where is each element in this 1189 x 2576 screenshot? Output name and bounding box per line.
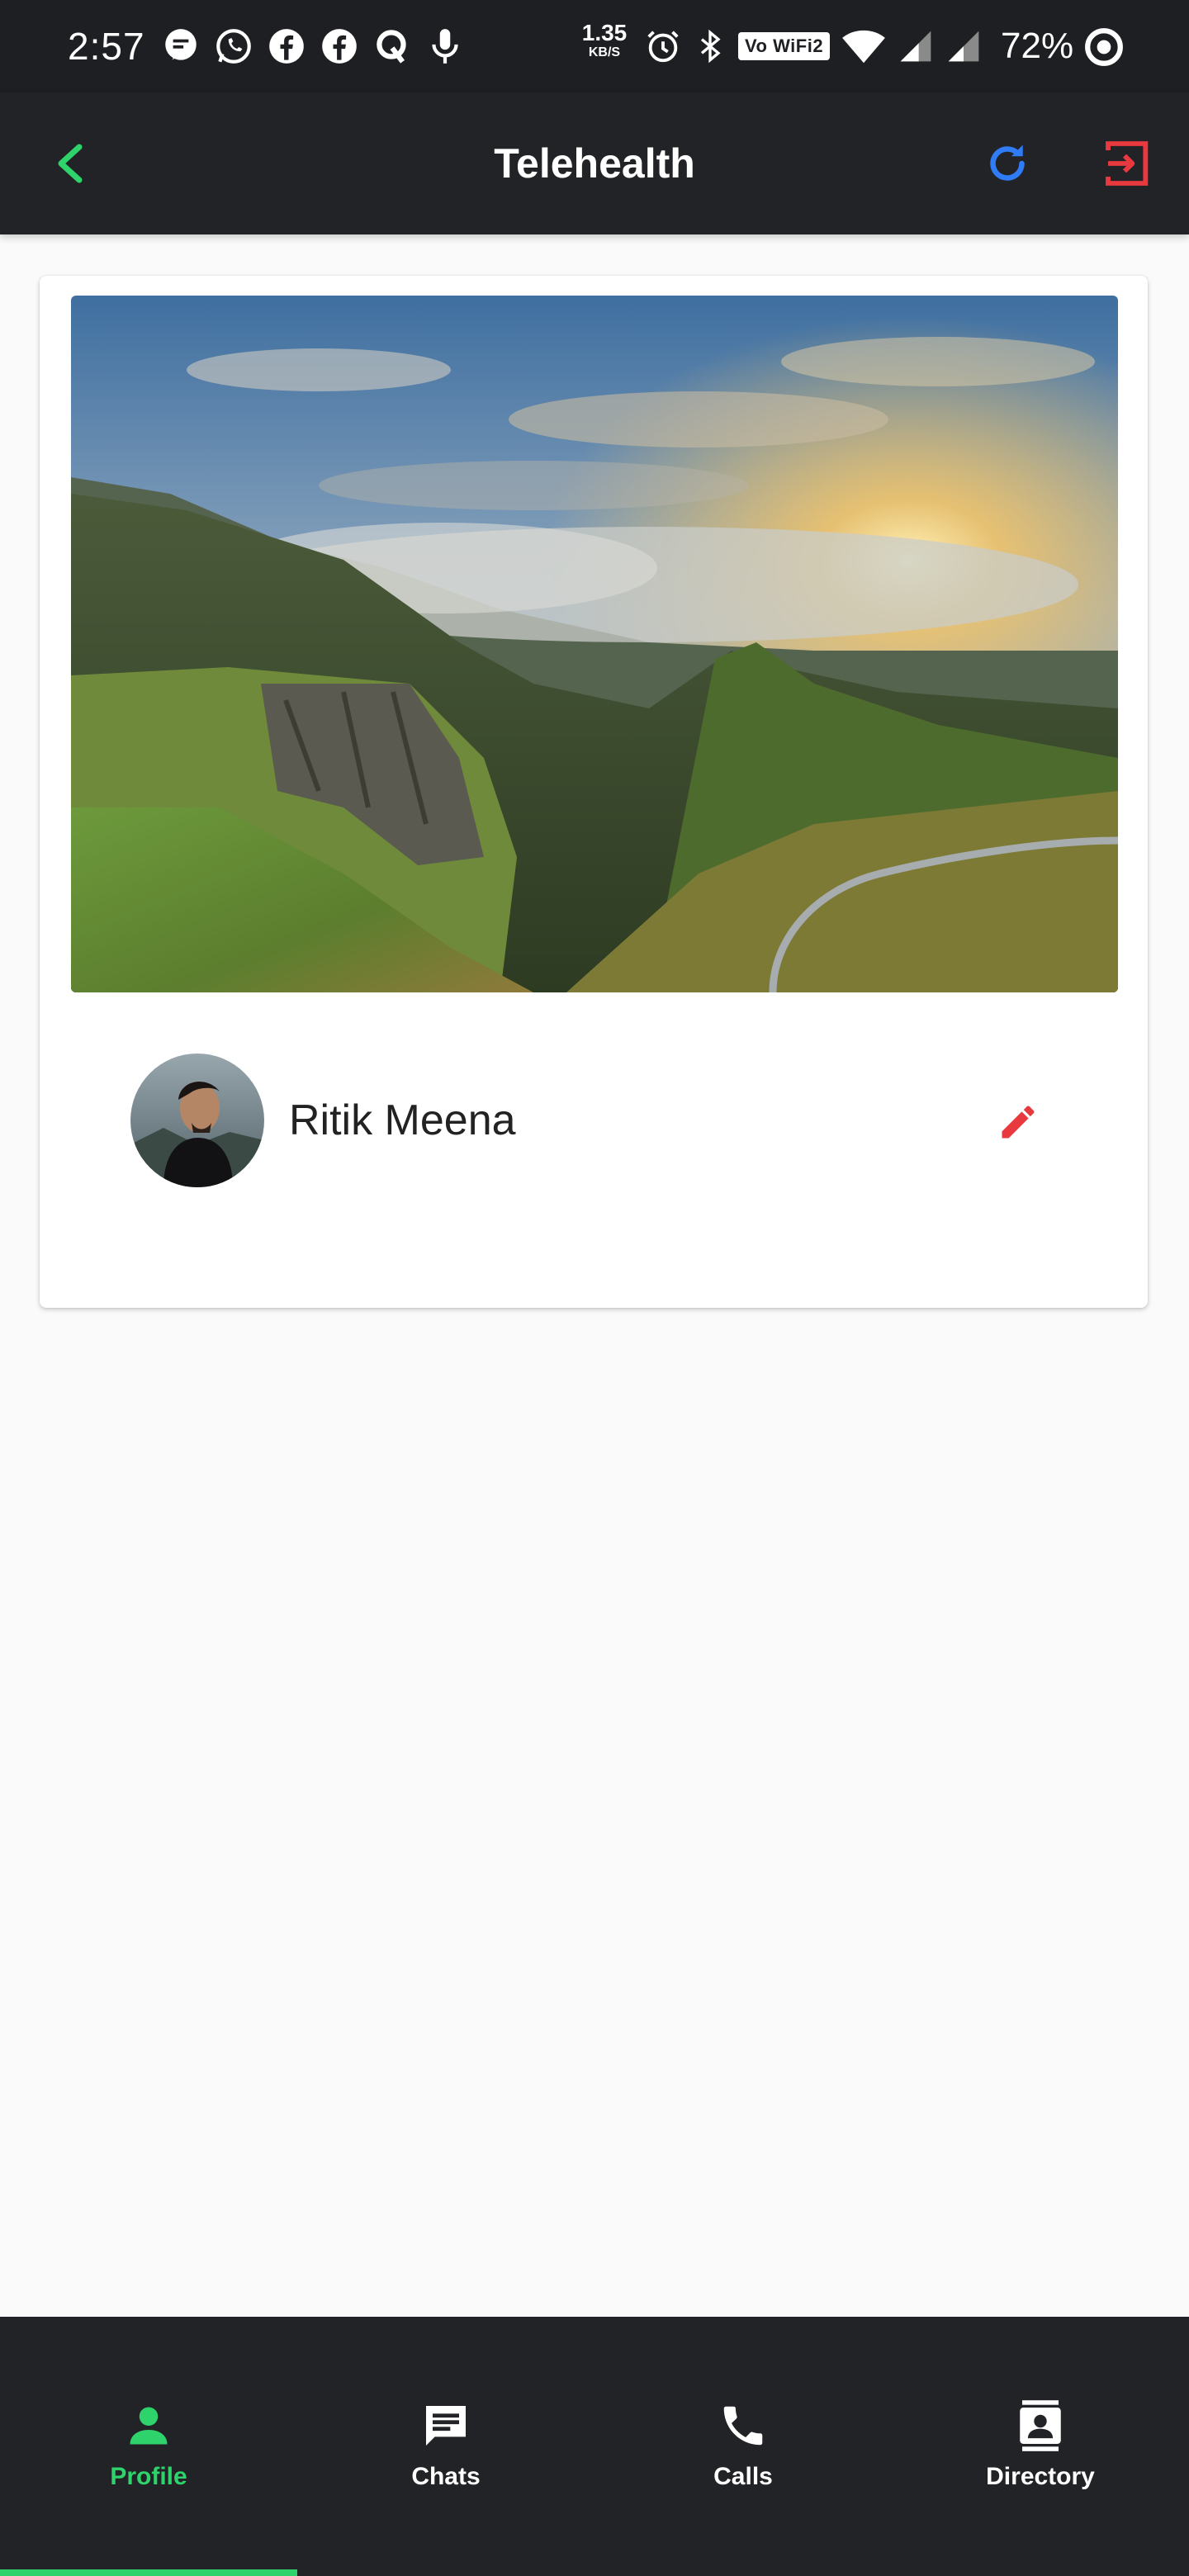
- nav-item-calls[interactable]: Calls: [594, 2317, 892, 2576]
- network-speed-value: 1.35: [581, 20, 628, 45]
- pencil-icon: [1002, 1106, 1035, 1139]
- refresh-icon: [990, 144, 1025, 181]
- person-icon: [130, 2407, 168, 2445]
- nav-label-calls: Calls: [713, 2463, 773, 2490]
- nav-item-directory[interactable]: Directory: [892, 2317, 1189, 2576]
- whatsapp-icon: [213, 26, 254, 67]
- profile-card: Ritik Meena: [40, 276, 1148, 1308]
- back-button[interactable]: [41, 134, 101, 193]
- logout-button[interactable]: [1098, 134, 1158, 193]
- nav-label-profile: Profile: [110, 2463, 187, 2490]
- network-speed-unit: KB/S: [588, 45, 621, 59]
- user-name: Ritik Meena: [289, 1096, 516, 1144]
- battery-ring-icon: [1083, 26, 1125, 68]
- logout-icon: [1106, 141, 1149, 186]
- system-icons: Vo WiFi2: [644, 25, 982, 68]
- cover-photo: [71, 296, 1118, 992]
- battery-percentage: 72%: [1001, 26, 1074, 66]
- facebook-icon: [319, 26, 360, 67]
- status-time: 2:57: [68, 25, 145, 68]
- nav-item-chats[interactable]: Chats: [297, 2317, 594, 2576]
- nav-label-chats: Chats: [411, 2463, 481, 2490]
- avatar[interactable]: [130, 1054, 264, 1187]
- refresh-button[interactable]: [978, 134, 1037, 193]
- nav-item-profile[interactable]: Profile: [0, 2317, 297, 2576]
- bluetooth-icon: [694, 27, 727, 65]
- contact-card-icon: [1020, 2400, 1061, 2451]
- signal-icon: [945, 28, 982, 64]
- alarm-icon: [644, 27, 682, 65]
- edit-profile-button[interactable]: [989, 1093, 1047, 1151]
- active-tab-indicator: [0, 2569, 297, 2576]
- signal-icon: [898, 28, 934, 64]
- bottom-navigation: Profile Chats Calls Directory: [0, 2317, 1189, 2576]
- message-icon: [160, 26, 201, 67]
- vowifi-badge: Vo WiFi2: [738, 32, 831, 60]
- quora-icon: [372, 26, 413, 67]
- app-bar: Telehealth: [0, 92, 1189, 234]
- chevron-left-icon: [58, 144, 83, 183]
- phone-icon: [723, 2406, 763, 2446]
- notification-icons: [160, 25, 466, 68]
- wifi-icon: [841, 27, 886, 65]
- network-speed: 1.35 KB/S: [578, 21, 631, 59]
- microphone-icon: [424, 26, 466, 67]
- status-bar: 2:57 1.35 KB/S Vo WiFi2 72%: [0, 0, 1189, 92]
- nav-label-directory: Directory: [986, 2463, 1095, 2490]
- chat-icon: [426, 2406, 466, 2446]
- facebook-icon: [266, 26, 307, 67]
